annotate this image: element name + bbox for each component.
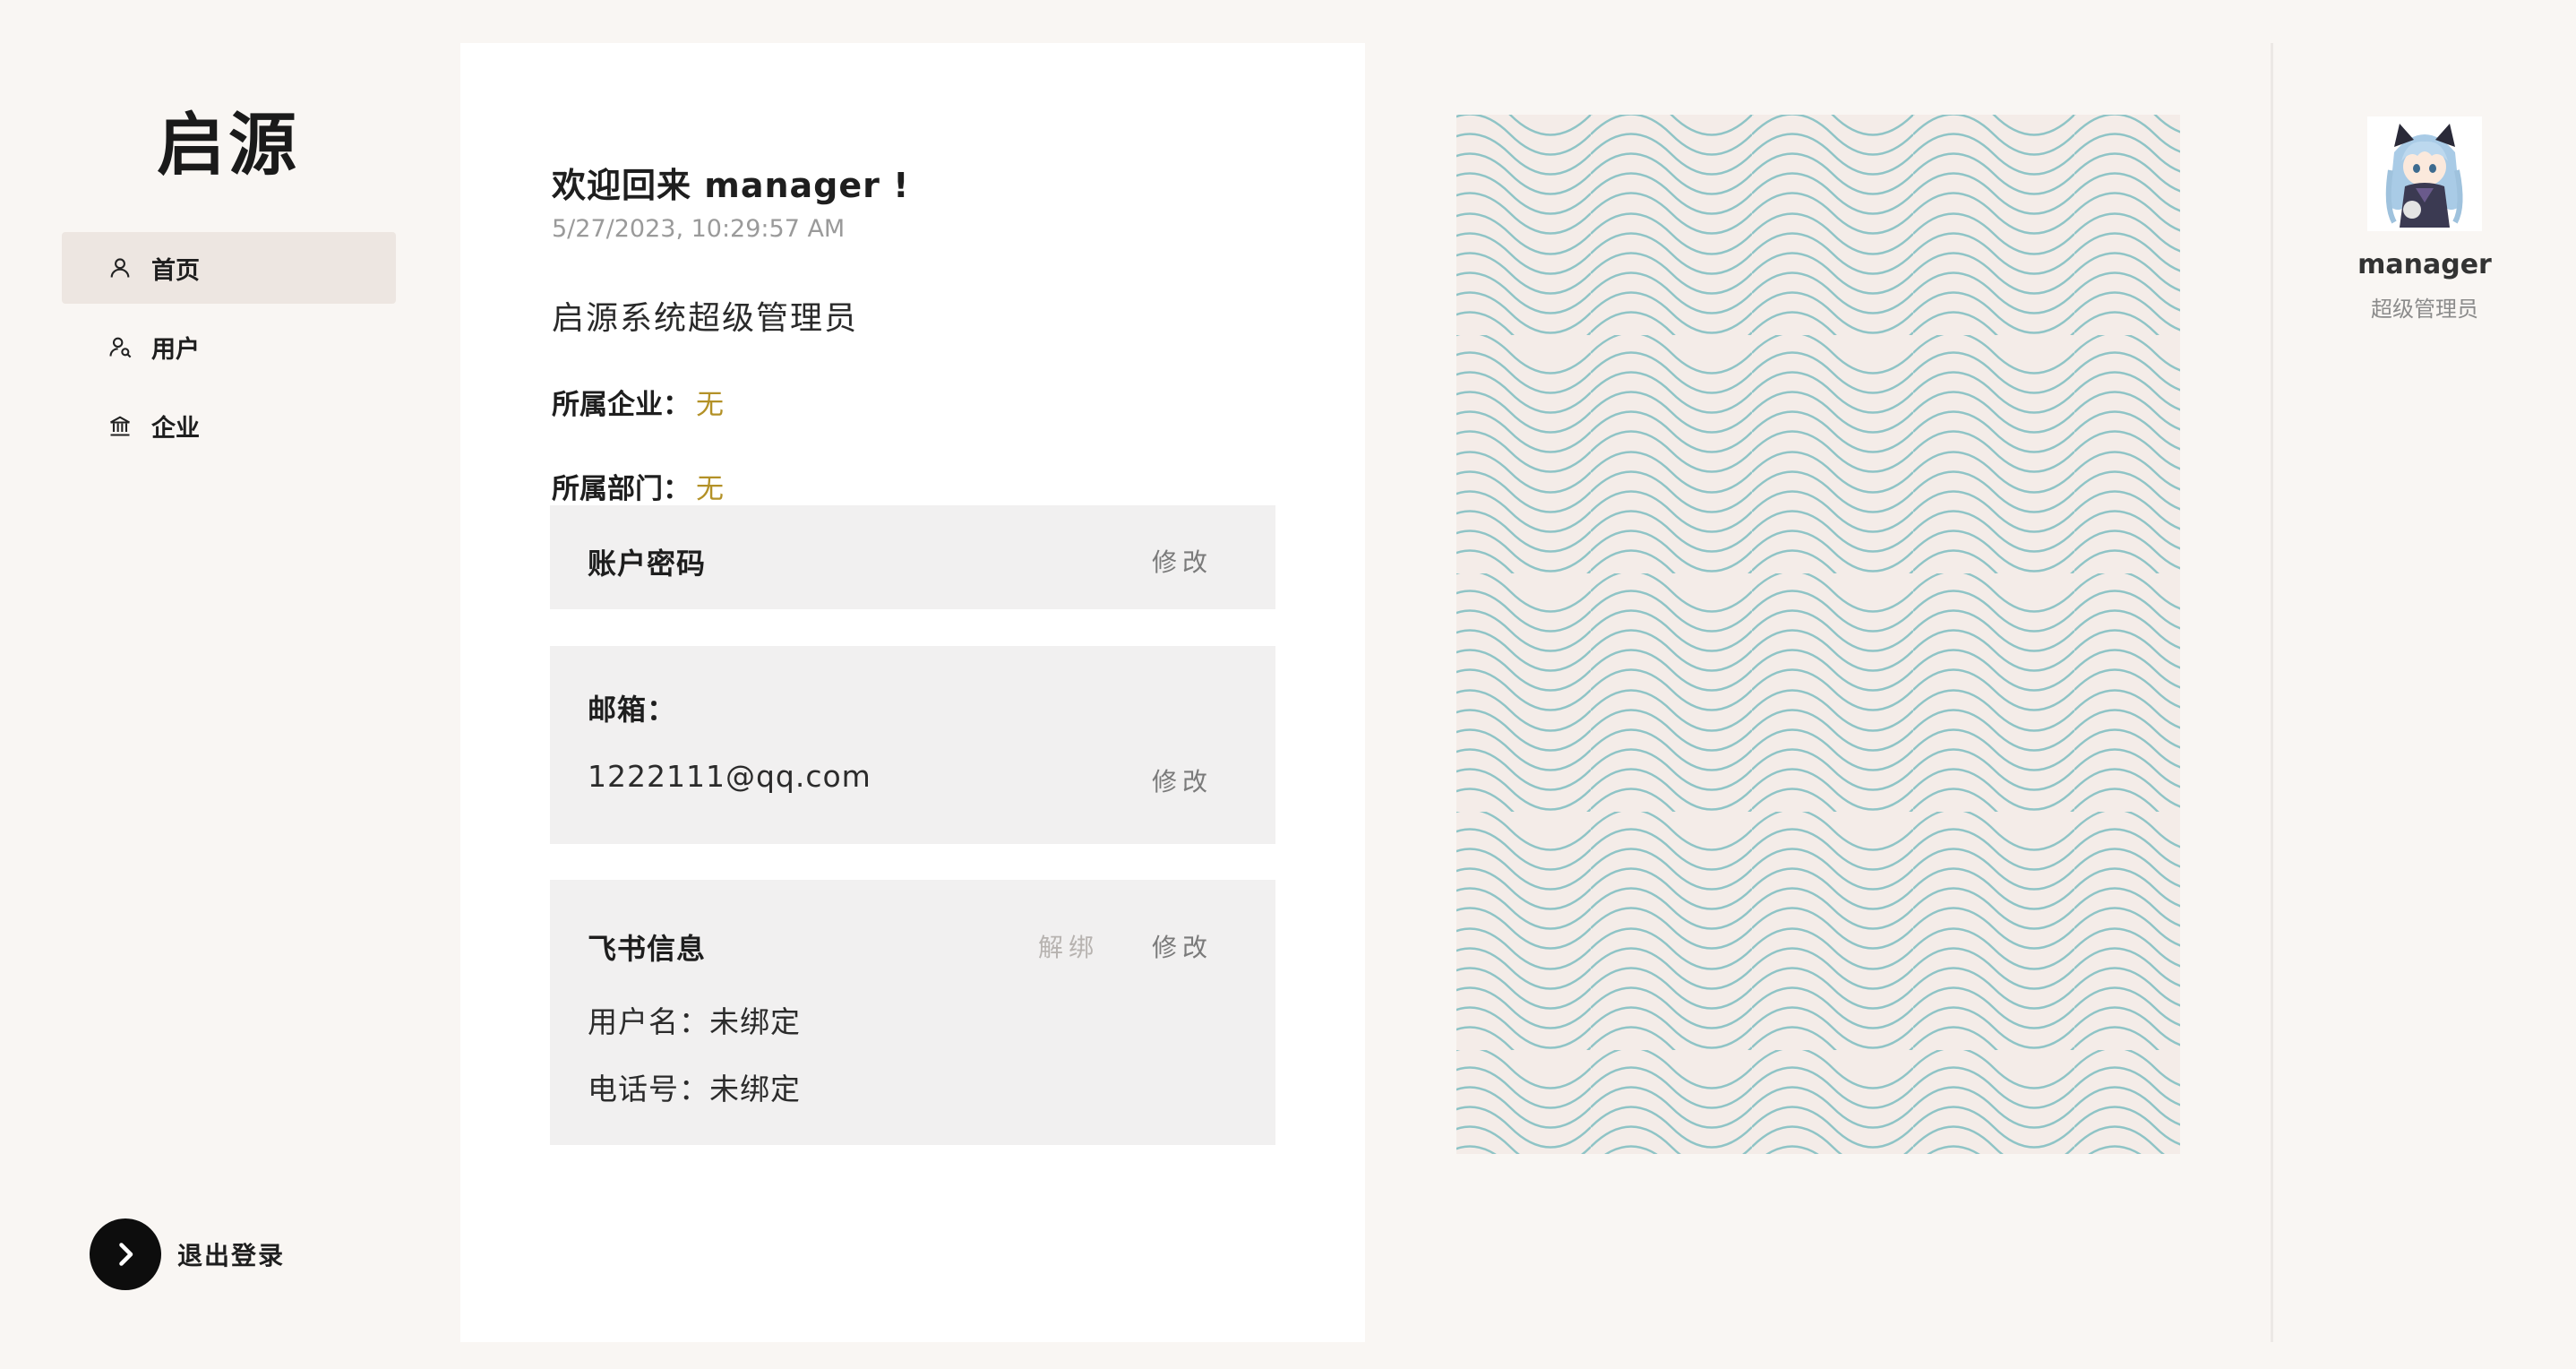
- profile-card: 欢迎回来 manager ! 5/27/2023, 10:29:57 AM 启源…: [460, 43, 1365, 1342]
- timestamp: 5/27/2023, 10:29:57 AM: [552, 215, 846, 243]
- profile-name: manager: [2357, 249, 2492, 280]
- department-label: 所属部门：: [552, 473, 691, 505]
- feishu-title: 飞书信息: [588, 932, 707, 966]
- user-search-icon: [105, 331, 135, 362]
- welcome-title: 欢迎回来 manager !: [552, 166, 910, 205]
- feishu-phone-value: 未绑定: [709, 1072, 801, 1106]
- sidebar-item-users[interactable]: 用户: [62, 311, 396, 383]
- department-value: 无: [696, 473, 724, 505]
- logout-label[interactable]: 退出登录: [177, 1236, 285, 1272]
- company-label: 所属企业：: [552, 389, 691, 421]
- brand-logo: 启源: [157, 105, 300, 185]
- feishu-phone-label: 电话号：: [588, 1072, 709, 1106]
- edit-email-button[interactable]: 修改: [1152, 762, 1213, 798]
- sidebar-nav: 首页 用户 企业: [62, 232, 396, 469]
- company-value: 无: [696, 389, 724, 421]
- user-icon: [105, 253, 135, 283]
- bank-icon: [105, 410, 135, 441]
- sidebar-item-label: 首页: [151, 256, 200, 285]
- logout-circle[interactable]: [90, 1218, 161, 1290]
- avatar[interactable]: [2367, 116, 2482, 231]
- email-title: 邮箱：: [588, 693, 677, 727]
- feishu-phone: 电话号：未绑定: [588, 1065, 801, 1108]
- account-password-title: 账户密码: [588, 547, 707, 581]
- account-password-panel: 账户密码 修改: [550, 505, 1275, 609]
- chevron-right-icon: [119, 1243, 133, 1266]
- unbind-feishu-button[interactable]: 解绑: [1038, 928, 1099, 964]
- company-info: 所属企业：无: [552, 382, 724, 422]
- sidebar-item-company[interactable]: 企业: [62, 390, 396, 461]
- edit-feishu-button[interactable]: 修改: [1152, 928, 1213, 964]
- sidebar: 启源 首页 用户 企业 退出登录: [0, 0, 448, 1369]
- vertical-divider: [2271, 43, 2273, 1342]
- department-info: 所属部门：无: [552, 466, 724, 506]
- role-description: 启源系统超级管理员: [552, 300, 859, 337]
- sidebar-item-home[interactable]: 首页: [62, 232, 396, 304]
- email-panel: 邮箱： 1222111@qq.com 修改: [550, 646, 1275, 844]
- email-value: 1222111@qq.com: [588, 759, 872, 794]
- sidebar-item-label: 用户: [151, 335, 200, 364]
- sidebar-item-label: 企业: [151, 414, 200, 443]
- wave-pattern-image: [1456, 115, 2180, 1154]
- feishu-username-label: 用户名：: [588, 1004, 709, 1039]
- edit-password-button[interactable]: 修改: [1152, 543, 1213, 579]
- feishu-username-value: 未绑定: [709, 1004, 801, 1039]
- feishu-panel: 飞书信息 解绑 修改 用户名：未绑定 电话号：未绑定: [550, 880, 1275, 1145]
- logout-button[interactable]: 退出登录: [90, 1218, 285, 1290]
- profile-role: 超级管理员: [2371, 297, 2478, 322]
- feishu-username: 用户名：未绑定: [588, 998, 801, 1041]
- user-profile: manager 超级管理员: [2329, 115, 2520, 323]
